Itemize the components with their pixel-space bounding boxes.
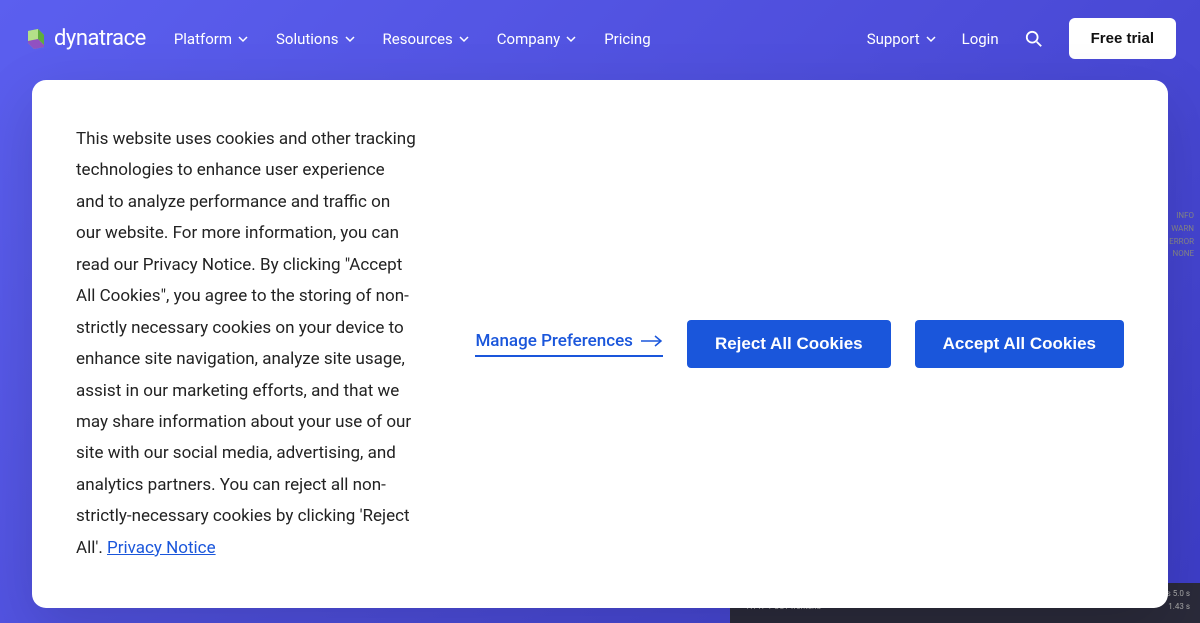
cookie-consent-banner: This website uses cookies and other trac… [32,80,1168,608]
arrow-right-icon [641,335,663,347]
bg-label: ERROR [1169,236,1194,249]
chevron-down-icon [238,34,248,44]
nav-label: Company [497,30,560,48]
nav-platform[interactable]: Platform [174,30,248,48]
nav-pricing[interactable]: Pricing [604,30,650,48]
nav-label: Pricing [604,30,650,48]
nav-label: Resources [383,30,453,48]
search-icon[interactable] [1025,30,1043,48]
bg-label: NONE [1169,248,1194,261]
accept-all-button[interactable]: Accept All Cookies [915,320,1124,368]
free-trial-button[interactable]: Free trial [1069,18,1176,59]
cookie-body-text: This website uses cookies and other trac… [76,129,416,558]
chevron-down-icon [566,34,576,44]
nav-support[interactable]: Support [867,30,936,48]
manage-preferences-label: Manage Preferences [475,331,633,351]
nav-resources[interactable]: Resources [383,30,469,48]
right-nav: Support Login Free trial [867,18,1176,59]
logo[interactable]: dynatrace [24,26,146,51]
bg-log-levels: INFO WARN ERROR NONE [1169,210,1194,261]
nav-label: Solutions [276,30,339,48]
bg-label: INFO [1169,210,1194,223]
bg-row-duration: 1.43 s [1168,602,1190,611]
chevron-down-icon [926,34,936,44]
nav-label: Platform [174,30,232,48]
nav-login[interactable]: Login [962,30,999,48]
privacy-notice-link[interactable]: Privacy Notice [107,538,216,558]
nav-company[interactable]: Company [497,30,576,48]
logo-text: dynatrace [54,26,146,51]
nav-label: Support [867,30,920,48]
nav-label: Login [962,30,999,48]
cookie-actions: Manage Preferences Reject All Cookies Ac… [456,320,1124,368]
chevron-down-icon [459,34,469,44]
bg-label: WARN [1169,223,1194,236]
site-header: dynatrace Platform Solutions Resources C… [0,0,1200,77]
main-nav: Platform Solutions Resources Company Pri… [174,30,651,48]
logo-icon [24,27,48,51]
chevron-down-icon [345,34,355,44]
reject-all-button[interactable]: Reject All Cookies [687,320,891,368]
manage-preferences-link[interactable]: Manage Preferences [475,331,663,357]
cookie-description: This website uses cookies and other trac… [76,124,416,564]
nav-solutions[interactable]: Solutions [276,30,355,48]
